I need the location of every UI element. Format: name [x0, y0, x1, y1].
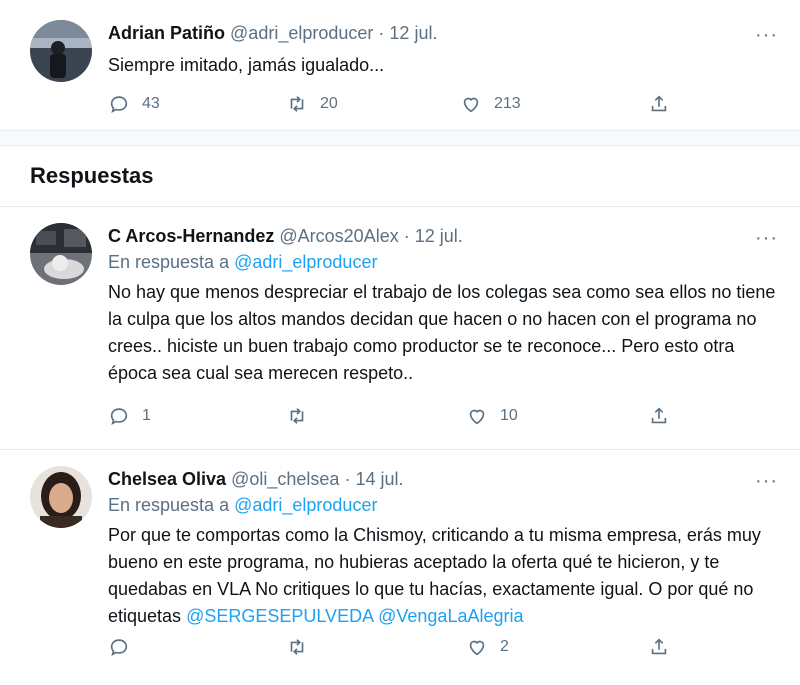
comment-icon: [110, 96, 128, 114]
author-handle[interactable]: @oli_chelsea: [231, 469, 339, 489]
tweet-date[interactable]: 14 jul.: [355, 469, 403, 489]
retweet-button[interactable]: [286, 636, 320, 658]
avatar[interactable]: [30, 20, 92, 82]
like-count: 2: [500, 638, 509, 655]
share-icon: [651, 407, 667, 424]
author-name[interactable]: Adrian Patiño: [108, 23, 225, 43]
heart-icon: [463, 97, 479, 113]
tweet-text: Por que te comportas como la Chismoy, cr…: [108, 522, 780, 630]
heart-icon: [469, 640, 485, 656]
reply-prefix: En respuesta a: [108, 495, 230, 515]
share-icon: [651, 638, 667, 655]
reply-prefix: En respuesta a: [108, 252, 230, 272]
like-count: 213: [494, 95, 521, 112]
replies-heading: Respuestas: [30, 163, 154, 188]
separator: ·: [378, 23, 385, 43]
tweet-date[interactable]: 12 jul.: [389, 23, 437, 43]
retweet-button[interactable]: [286, 405, 320, 427]
retweet-icon: [290, 639, 304, 655]
reply-to-mention[interactable]: @adri_elproducer: [234, 252, 377, 272]
reply-count: 43: [142, 95, 160, 112]
reply-button[interactable]: 43: [108, 93, 160, 115]
separator: ·: [344, 469, 351, 489]
separator: ·: [403, 226, 410, 246]
reply-context: En respuesta a @adri_elproducer: [108, 494, 780, 516]
reply-count: 1: [142, 407, 151, 424]
mention-link[interactable]: @VengaLaAlegria: [378, 606, 523, 626]
avatar[interactable]: [30, 223, 92, 285]
author-name[interactable]: Chelsea Oliva: [108, 469, 226, 489]
reply-button[interactable]: [108, 636, 142, 658]
section-divider: [0, 130, 800, 146]
avatar[interactable]: [30, 466, 92, 528]
heart-icon: [469, 409, 485, 425]
retweet-count: 20: [320, 95, 338, 112]
retweet-icon: [290, 408, 304, 424]
reply-tweet[interactable]: ··· Chelsea Oliva @oli_chelsea · 14 jul.…: [0, 450, 800, 679]
comment-icon: [110, 408, 128, 426]
mention-link[interactable]: @SERGESEPULVEDA: [186, 606, 373, 626]
like-button[interactable]: 10: [466, 405, 518, 427]
share-button[interactable]: [648, 93, 670, 115]
action-bar: 43 20 213: [108, 93, 780, 117]
reply-to-mention[interactable]: @adri_elproducer: [234, 495, 377, 515]
like-button[interactable]: 213: [460, 93, 521, 115]
retweet-button[interactable]: 20: [286, 93, 338, 115]
retweet-icon: [290, 96, 304, 112]
tweet-date[interactable]: 12 jul.: [415, 226, 463, 246]
tweet-header: Adrian Patiño @adri_elproducer · 12 jul.: [108, 22, 780, 44]
author-handle[interactable]: @adri_elproducer: [230, 23, 373, 43]
like-count: 10: [500, 407, 518, 424]
comment-icon: [110, 639, 128, 657]
reply-tweet[interactable]: ··· C Arcos-Hernandez @Arcos20Alex · 12 …: [0, 207, 800, 449]
author-handle[interactable]: @Arcos20Alex: [279, 226, 398, 246]
reply-context: En respuesta a @adri_elproducer: [108, 251, 780, 273]
share-icon: [651, 95, 667, 112]
tweet-header: C Arcos-Hernandez @Arcos20Alex · 12 jul.: [108, 225, 780, 247]
like-button[interactable]: 2: [466, 636, 509, 658]
share-button[interactable]: [648, 636, 670, 658]
reply-button[interactable]: 1: [108, 405, 151, 427]
author-name[interactable]: C Arcos-Hernandez: [108, 226, 274, 246]
main-tweet[interactable]: ··· Adrian Patiño @adri_elproducer · 12 …: [0, 0, 800, 130]
tweet-text: Siempre imitado, jamás igualado...: [108, 55, 385, 75]
tweet-header: Chelsea Oliva @oli_chelsea · 14 jul.: [108, 468, 780, 490]
action-bar: 1 10: [108, 405, 780, 429]
action-bar: 2: [108, 636, 780, 660]
share-button[interactable]: [648, 405, 670, 427]
tweet-text: No hay que menos despreciar el trabajo d…: [108, 282, 776, 383]
